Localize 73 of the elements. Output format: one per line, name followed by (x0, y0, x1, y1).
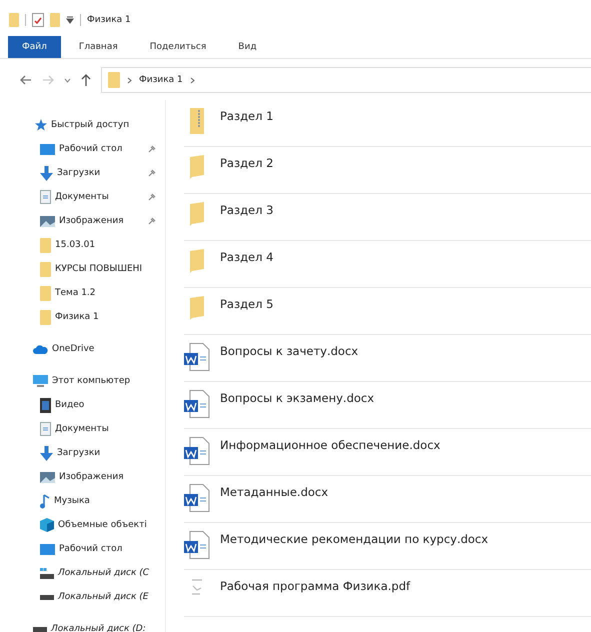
monitor-icon (40, 544, 55, 554)
ribbon-tab[interactable]: Файл (8, 36, 61, 58)
drive-icon (40, 594, 54, 600)
file-item[interactable]: Раздел 4 (184, 241, 591, 288)
nav-item[interactable]: Локальный диск (C (0, 561, 165, 585)
folder-icon (40, 310, 51, 324)
nav-item[interactable]: Изображения (0, 209, 165, 233)
document-icon (40, 422, 51, 436)
nav-item[interactable]: Тема 1.2 (0, 281, 165, 305)
file-item[interactable]: Вопросы к зачету.docx (184, 335, 591, 382)
drive-icon (33, 626, 47, 632)
file-item[interactable]: Рабочая программа Физика.pdf (184, 570, 591, 617)
file-item[interactable]: Раздел 2 (184, 147, 591, 194)
file-item[interactable]: Метаданные.docx (184, 476, 591, 523)
address-bar[interactable]: Физика 1 (101, 67, 591, 93)
nav-item[interactable]: Физика 1 (0, 305, 165, 329)
nav-item[interactable]: Документы (0, 185, 165, 209)
folder-icon (40, 286, 51, 300)
down-arrow-icon (40, 166, 53, 180)
film-icon (40, 398, 51, 412)
window-title: Физика 1 (87, 15, 131, 25)
image-icon (40, 472, 55, 482)
word-document-icon (184, 531, 210, 559)
chevron-icon[interactable] (190, 76, 195, 84)
ribbon-tab[interactable]: Вид (224, 36, 271, 58)
checklist-icon[interactable] (32, 13, 44, 27)
file-item[interactable]: Информационное обеспечение.docx (184, 429, 591, 476)
word-document-icon (184, 437, 210, 465)
nav-item[interactable]: Загрузки (0, 441, 165, 465)
file-item[interactable]: Раздел 3 (184, 194, 591, 241)
caret-icon[interactable] (64, 78, 71, 82)
nav-item[interactable]: Видео (0, 393, 165, 417)
cloud-icon (33, 344, 48, 354)
folder-icon (108, 72, 120, 88)
chevron-icon[interactable] (127, 76, 132, 84)
file-item[interactable]: Методические рекомендации по курсу.docx (184, 523, 591, 570)
drive-icon (40, 568, 54, 578)
nav-item[interactable]: 15.03.01 (0, 233, 165, 257)
cube-icon (40, 518, 54, 532)
word-document-icon (184, 343, 210, 371)
nav-item[interactable]: Рабочий стол (0, 137, 165, 161)
folder-icon (40, 238, 51, 252)
computer-icon (33, 375, 48, 387)
back-icon[interactable] (20, 75, 32, 85)
ribbon-tab[interactable]: Главная (64, 36, 132, 58)
nav-item[interactable]: Этот компьютер (0, 369, 165, 393)
word-document-icon (184, 484, 210, 512)
dropdown-icon[interactable] (66, 16, 74, 24)
nav-item[interactable]: Изображения (0, 465, 165, 489)
file-item[interactable]: Вопросы к экзамену.docx (184, 382, 591, 429)
file-item[interactable]: Раздел 5 (184, 288, 591, 335)
folder-icon (40, 262, 51, 276)
nav-item[interactable]: Локальный диск (E (0, 585, 165, 609)
nav-item[interactable]: Загрузки (0, 161, 165, 185)
ribbon-tab[interactable]: Поделиться (136, 36, 220, 58)
monitor-icon (40, 144, 55, 154)
nav-item[interactable]: Локальный диск (D: (0, 617, 165, 632)
up-arrow-icon[interactable] (81, 74, 91, 86)
nav-item[interactable]: Документы (0, 417, 165, 441)
nav-item[interactable]: OneDrive (0, 337, 165, 361)
music-note-icon (40, 494, 50, 508)
star-icon (35, 119, 47, 131)
down-arrow-icon (40, 446, 53, 460)
nav-item[interactable]: Рабочий стол (0, 537, 165, 561)
image-icon (40, 216, 55, 226)
word-document-icon (184, 390, 210, 418)
nav-item[interactable]: Музыка (0, 489, 165, 513)
breadcrumb[interactable]: Физика 1 (139, 75, 183, 85)
file-item[interactable]: Раздел 1 (184, 100, 591, 147)
document-icon (40, 190, 51, 204)
nav-item[interactable]: Объемные объекті (0, 513, 165, 537)
nav-item[interactable]: КУРСЫ ПОВЫШЕНІ (0, 257, 165, 281)
nav-item[interactable]: Быстрый доступ (0, 113, 165, 137)
